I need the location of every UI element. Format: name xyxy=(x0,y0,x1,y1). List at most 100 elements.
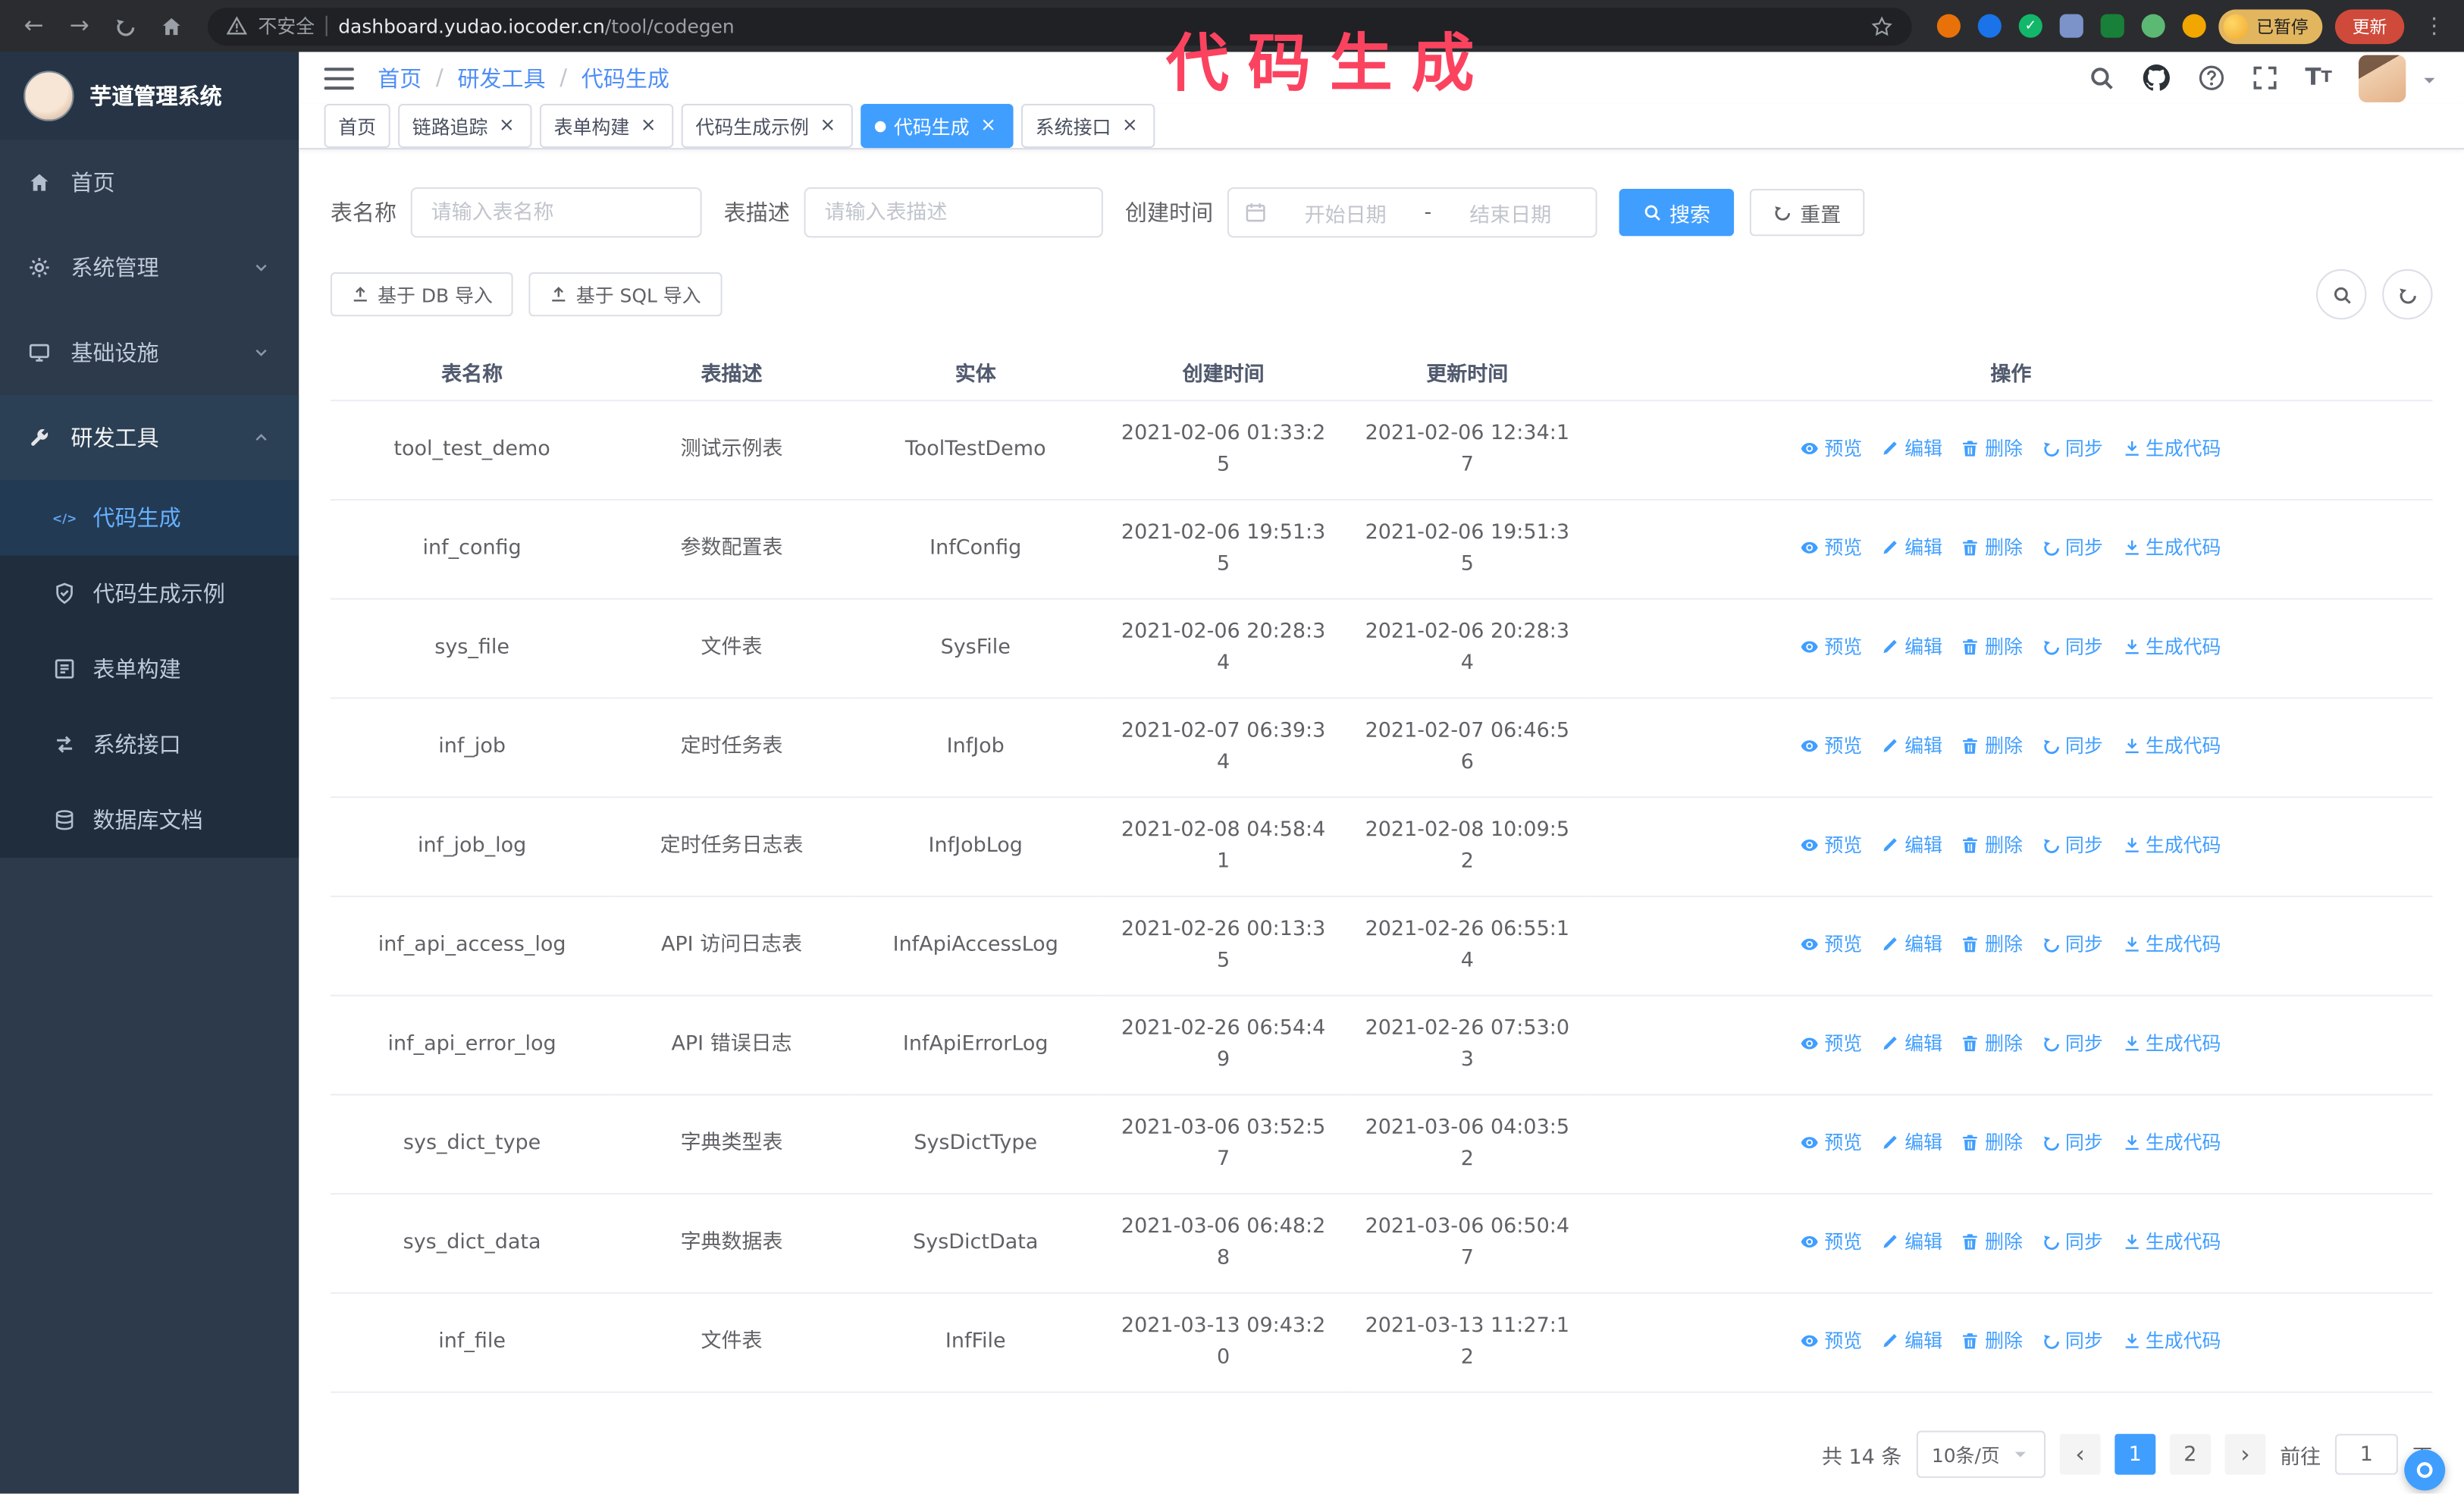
search-button[interactable]: 搜索 xyxy=(1619,189,1735,237)
extension-icon[interactable] xyxy=(2100,14,2124,38)
action-preview[interactable]: 预览 xyxy=(1801,432,1862,464)
float-ball[interactable] xyxy=(2404,1449,2446,1491)
action-edit[interactable]: 编辑 xyxy=(1881,1027,1942,1059)
action-sync[interactable]: 同步 xyxy=(2042,1226,2103,1257)
reset-button[interactable]: 重置 xyxy=(1749,189,1865,237)
action-generate[interactable]: 生成代码 xyxy=(2122,432,2221,464)
create-time-range-picker[interactable]: 开始日期 - 结束日期 xyxy=(1227,187,1597,238)
close-icon[interactable]: × xyxy=(817,114,839,137)
tab-codegen[interactable]: 代码生成 × xyxy=(861,103,1014,149)
tab-form-build[interactable]: 表单构建 × xyxy=(539,103,674,149)
extension-icon[interactable]: ✓ xyxy=(2018,14,2042,38)
action-sync[interactable]: 同步 xyxy=(2042,1126,2103,1158)
close-icon[interactable]: × xyxy=(496,114,518,137)
action-edit[interactable]: 编辑 xyxy=(1881,829,1942,861)
update-button[interactable]: 更新 xyxy=(2334,8,2405,44)
action-edit[interactable]: 编辑 xyxy=(1881,730,1942,761)
hamburger-icon[interactable] xyxy=(324,67,354,89)
close-icon[interactable]: × xyxy=(638,114,660,137)
import-db-button[interactable]: 基于 DB 导入 xyxy=(330,272,513,317)
action-generate[interactable]: 生成代码 xyxy=(2122,630,2221,662)
sidebar-item-api[interactable]: 系统接口 xyxy=(0,707,299,783)
action-preview[interactable]: 预览 xyxy=(1801,1324,1862,1356)
app-logo[interactable]: 芋道管理系统 xyxy=(0,52,299,140)
sidebar-item-codegen[interactable]: 代码生成 xyxy=(0,479,299,556)
prev-page-button[interactable]: ‹ xyxy=(2059,1433,2101,1475)
action-preview[interactable]: 预览 xyxy=(1801,829,1862,861)
page-button[interactable]: 1 xyxy=(2114,1433,2156,1475)
action-sync[interactable]: 同步 xyxy=(2042,1027,2103,1059)
action-preview[interactable]: 预览 xyxy=(1801,630,1862,662)
action-sync[interactable]: 同步 xyxy=(2042,927,2103,959)
back-icon[interactable]: ← xyxy=(13,0,55,52)
breadcrumb-item[interactable]: 首页 xyxy=(378,62,422,94)
action-delete[interactable]: 删除 xyxy=(1961,1226,2023,1257)
action-edit[interactable]: 编辑 xyxy=(1881,432,1942,464)
action-preview[interactable]: 预览 xyxy=(1801,730,1862,761)
table-name-input[interactable] xyxy=(410,187,702,238)
hide-search-button[interactable] xyxy=(2315,268,2367,320)
sidebar-item-codegen-demo[interactable]: 代码生成示例 xyxy=(0,556,299,632)
page-button[interactable]: 2 xyxy=(2169,1433,2211,1475)
action-preview[interactable]: 预览 xyxy=(1801,531,1862,563)
extension-icon[interactable] xyxy=(1936,14,1961,38)
refresh-table-button[interactable] xyxy=(2382,268,2433,320)
extension-icon[interactable] xyxy=(2141,14,2165,38)
tab-trace[interactable]: 链路追踪 × xyxy=(398,103,532,149)
action-generate[interactable]: 生成代码 xyxy=(2122,1226,2221,1257)
reload-icon[interactable] xyxy=(104,0,146,52)
action-generate[interactable]: 生成代码 xyxy=(2122,1027,2221,1059)
table-desc-input[interactable] xyxy=(804,187,1103,238)
action-preview[interactable]: 预览 xyxy=(1801,927,1862,959)
action-edit[interactable]: 编辑 xyxy=(1881,630,1942,662)
tab-home[interactable]: 首页 xyxy=(324,103,390,149)
import-sql-button[interactable]: 基于 SQL 导入 xyxy=(528,272,722,317)
action-edit[interactable]: 编辑 xyxy=(1881,531,1942,563)
bookmark-star-icon[interactable] xyxy=(1871,14,1893,37)
action-delete[interactable]: 删除 xyxy=(1961,531,2023,563)
breadcrumb-item[interactable]: 代码生成 xyxy=(582,62,669,94)
fullscreen-icon[interactable] xyxy=(2252,64,2278,91)
action-delete[interactable]: 删除 xyxy=(1961,1126,2023,1158)
goto-page-input[interactable] xyxy=(2334,1433,2398,1475)
close-icon[interactable]: × xyxy=(977,114,999,137)
action-sync[interactable]: 同步 xyxy=(2042,432,2103,464)
action-generate[interactable]: 生成代码 xyxy=(2122,829,2221,861)
sidebar-item-db-doc[interactable]: 数据库文档 xyxy=(0,782,299,858)
action-sync[interactable]: 同步 xyxy=(2042,531,2103,563)
action-preview[interactable]: 预览 xyxy=(1801,1226,1862,1257)
action-generate[interactable]: 生成代码 xyxy=(2122,1126,2221,1158)
close-icon[interactable]: × xyxy=(1119,114,1141,137)
action-sync[interactable]: 同步 xyxy=(2042,1324,2103,1356)
question-icon[interactable] xyxy=(2198,64,2224,91)
caret-down-icon[interactable] xyxy=(2420,63,2439,93)
sidebar-item-infra[interactable]: 基础设施 xyxy=(0,310,299,395)
sidebar-item-home[interactable]: 首页 xyxy=(0,140,299,225)
action-delete[interactable]: 删除 xyxy=(1961,829,2023,861)
sidebar-item-form-build[interactable]: 表单构建 xyxy=(0,631,299,707)
action-sync[interactable]: 同步 xyxy=(2042,630,2103,662)
home-icon[interactable] xyxy=(149,0,192,52)
extension-icon[interactable] xyxy=(2182,14,2206,38)
sidebar-item-system[interactable]: 系统管理 xyxy=(0,225,299,310)
extension-icon[interactable] xyxy=(1977,14,2002,38)
action-edit[interactable]: 编辑 xyxy=(1881,927,1942,959)
action-sync[interactable]: 同步 xyxy=(2042,829,2103,861)
tab-api[interactable]: 系统接口 × xyxy=(1021,103,1155,149)
profile-badge[interactable]: 已暂停 xyxy=(2218,8,2323,44)
next-page-button[interactable]: › xyxy=(2224,1433,2266,1475)
github-icon[interactable] xyxy=(2141,63,2171,93)
action-edit[interactable]: 编辑 xyxy=(1881,1226,1942,1257)
action-preview[interactable]: 预览 xyxy=(1801,1027,1862,1059)
action-generate[interactable]: 生成代码 xyxy=(2122,531,2221,563)
sidebar-item-devtools[interactable]: 研发工具 xyxy=(0,394,299,480)
action-delete[interactable]: 删除 xyxy=(1961,630,2023,662)
action-delete[interactable]: 删除 xyxy=(1961,1324,2023,1356)
action-edit[interactable]: 编辑 xyxy=(1881,1126,1942,1158)
action-sync[interactable]: 同步 xyxy=(2042,730,2103,761)
user-avatar[interactable] xyxy=(2359,54,2406,102)
action-generate[interactable]: 生成代码 xyxy=(2122,927,2221,959)
action-preview[interactable]: 预览 xyxy=(1801,1126,1862,1158)
extension-icon[interactable] xyxy=(2059,14,2083,38)
action-generate[interactable]: 生成代码 xyxy=(2122,1324,2221,1356)
